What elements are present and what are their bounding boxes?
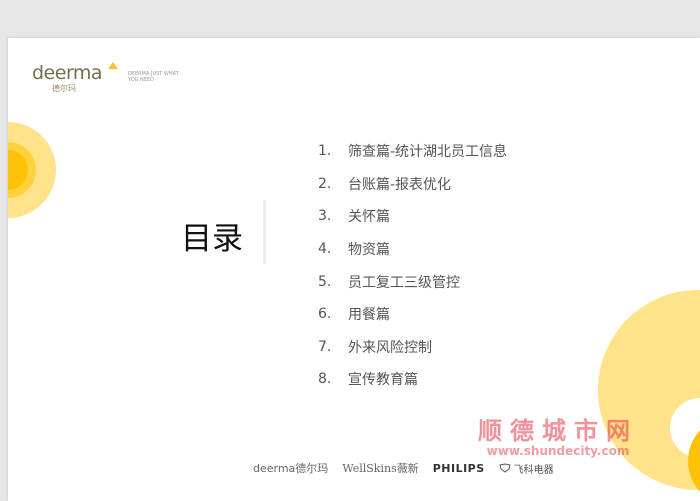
toc-item-number: 1.: [318, 143, 332, 160]
watermark-url: www.shundecity.com: [486, 444, 630, 458]
toc-item-number: 2.: [318, 175, 332, 192]
brand-flyco: 飞科电器: [499, 461, 554, 476]
window-top-bar: [0, 0, 700, 38]
brand-wellskins: WellSkins薇新: [342, 462, 419, 475]
brand-deerma: deerma德尔玛: [253, 462, 329, 475]
page-title: 目录: [181, 221, 243, 257]
decor-circle-right-outer: [598, 290, 700, 490]
toc-item-number: 6.: [318, 306, 332, 323]
toc-item-text: 员工复工三级管控: [348, 274, 460, 291]
watermark-cn: 顺德城市网: [478, 417, 638, 445]
logo-word: deerma: [32, 62, 103, 84]
toc-item: 1. 筛查篇-统计湖北员工信息: [318, 135, 507, 168]
toc-item: 2. 台账篇-报表优化: [318, 168, 507, 201]
deerma-logo: deerma 德尔玛 DEERMA JUST WHAT YOU NEED: [32, 62, 179, 93]
toc-item-number: 7.: [318, 338, 332, 355]
flyco-logo-icon: [499, 463, 511, 473]
title-divider: [263, 200, 266, 264]
watermark: 顺德城市网 www.shundecity.com: [478, 411, 638, 458]
toc-item: 6. 用餐篇: [318, 298, 507, 331]
toc-list: 1. 筛查篇-统计湖北员工信息 2. 台账篇-报表优化 3. 关怀篇 4. 物资篇 5.…: [318, 135, 507, 396]
toc-item: 5. 员工复工三级管控: [318, 265, 507, 298]
brand-philips: PHILIPS: [432, 461, 485, 475]
toc-item: 4. 物资篇: [318, 233, 507, 266]
toc-item: 7. 外来风险控制: [318, 331, 507, 364]
logo-cn: 德尔玛: [52, 84, 76, 93]
toc-item: 3. 关怀篇: [318, 200, 507, 233]
logo-triangle-icon: [108, 62, 118, 69]
toc-item-number: 4.: [318, 241, 332, 258]
logo-tagline: DEERMA JUST WHAT YOU NEED: [128, 71, 179, 83]
toc-item: 8. 宣传教育篇: [318, 363, 507, 396]
toc-item-text: 用餐篇: [348, 307, 390, 324]
brand-flyco-text: 飞科电器: [513, 464, 554, 476]
toc-item-text: 关怀篇: [348, 209, 390, 226]
toc-item-number: 8.: [318, 371, 332, 388]
toc-item-text: 筛查篇-统计湖北员工信息: [348, 144, 508, 161]
toc-item-text: 物资篇: [348, 242, 390, 259]
slide: deerma 德尔玛 DEERMA JUST WHAT YOU NEED 目录 …: [8, 38, 700, 501]
toc-item-text: 外来风险控制: [348, 339, 432, 356]
toc-item-text: 台账篇-报表优化: [348, 176, 452, 193]
toc-item-text: 宣传教育篇: [348, 372, 418, 389]
toc-item-number: 5.: [318, 273, 332, 290]
brand-logos: deerma德尔玛 WellSkins薇新 PHILIPS 飞科电器: [253, 458, 554, 478]
toc-item-number: 3.: [318, 208, 332, 225]
